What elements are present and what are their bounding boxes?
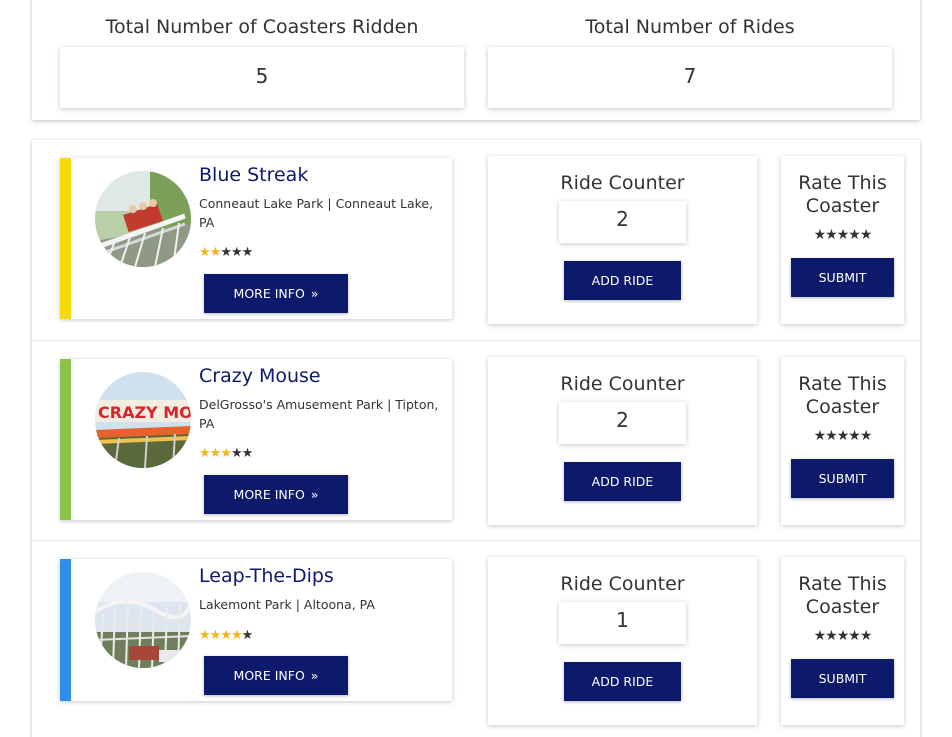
- coaster-location: Lakemont Park | Altoona, PA: [199, 597, 375, 612]
- ride-count-value: 1: [559, 602, 686, 644]
- star-icon: ★: [241, 245, 254, 260]
- star-icon[interactable]: ★: [837, 428, 850, 444]
- star-icon: ★: [241, 446, 254, 461]
- total-rides-value: 7: [488, 47, 892, 108]
- submit-rating-button[interactable]: SUBMIT: [791, 258, 894, 297]
- star-icon[interactable]: ★: [814, 227, 827, 243]
- star-icon[interactable]: ★: [837, 628, 850, 644]
- star-icon: ★: [230, 446, 243, 461]
- coaster-info-card: Leap-The-Dips Lakemont Park | Altoona, P…: [60, 559, 452, 701]
- star-icon[interactable]: ★: [848, 428, 861, 444]
- star-icon[interactable]: ★: [860, 428, 873, 444]
- rate-stars-input[interactable]: ★★★★★: [781, 628, 904, 644]
- coaster-info-card: CRAZY MOUSE Crazy Mouse DelGrosso's Amus…: [60, 359, 452, 520]
- add-ride-button[interactable]: ADD RIDE: [564, 261, 681, 300]
- coaster-photo: [95, 171, 191, 267]
- summary-panel: Total Number of Coasters Ridden 5 Total …: [32, 0, 920, 120]
- coaster-name[interactable]: Crazy Mouse: [199, 365, 321, 387]
- star-icon[interactable]: ★: [860, 628, 873, 644]
- star-icon: ★: [220, 628, 232, 643]
- more-info-button[interactable]: MORE INFO »: [204, 475, 348, 514]
- coaster-name[interactable]: Blue Streak: [199, 164, 308, 186]
- ride-counter-card: Ride Counter 2 ADD RIDE: [488, 156, 757, 324]
- coasters-ridden-title: Total Number of Coasters Ridden: [105, 16, 419, 38]
- star-icon: ★: [199, 628, 211, 643]
- rate-coaster-title: Rate This Coaster: [798, 373, 887, 418]
- coaster-location: Conneaut Lake Park | Conneaut Lake, PA: [199, 196, 434, 230]
- ride-counter-title: Ride Counter: [560, 172, 685, 194]
- coaster-name[interactable]: Leap-The-Dips: [199, 565, 334, 587]
- coaster-location: DelGrosso's Amusement Park | Tipton, PA: [199, 397, 439, 431]
- star-icon: ★: [230, 245, 243, 260]
- rate-coaster-title: Rate This Coaster: [798, 573, 887, 618]
- star-icon[interactable]: ★: [814, 628, 827, 644]
- rate-coaster-title: Rate This Coaster: [798, 172, 887, 217]
- star-icon: ★: [230, 628, 243, 643]
- rate-stars-input[interactable]: ★★★★★: [781, 227, 904, 243]
- accent-bar: [60, 158, 71, 319]
- rate-coaster-card: Rate This Coaster ★★★★★ SUBMIT: [781, 557, 904, 725]
- ride-count-value: 2: [559, 201, 686, 243]
- more-info-label: MORE INFO: [233, 668, 305, 683]
- coaster-info-card: Blue Streak Conneaut Lake Park | Conneau…: [60, 158, 452, 319]
- add-ride-button[interactable]: ADD RIDE: [564, 662, 681, 701]
- coaster-row: Blue Streak Conneaut Lake Park | Conneau…: [32, 140, 920, 340]
- ride-counter-card: Ride Counter 1 ADD RIDE: [488, 557, 757, 725]
- rate-coaster-card: Rate This Coaster ★★★★★ SUBMIT: [781, 156, 904, 324]
- star-icon: ★: [220, 446, 232, 461]
- ride-counter-title: Ride Counter: [560, 373, 685, 395]
- coaster-rating: ★★★★★: [199, 245, 254, 260]
- ride-counter-title: Ride Counter: [560, 573, 685, 595]
- star-icon[interactable]: ★: [814, 428, 827, 444]
- more-info-label: MORE INFO: [233, 487, 305, 502]
- submit-rating-button[interactable]: SUBMIT: [791, 659, 894, 698]
- star-icon: ★: [241, 628, 254, 643]
- star-icon[interactable]: ★: [848, 628, 861, 644]
- rate-coaster-card: Rate This Coaster ★★★★★ SUBMIT: [781, 357, 904, 525]
- total-rides-title: Total Number of Rides: [585, 16, 795, 38]
- coaster-rating: ★★★★★: [199, 446, 254, 461]
- total-rides-stat: Total Number of Rides 7: [488, 14, 892, 108]
- double-chevron-right-icon: »: [310, 487, 319, 502]
- add-ride-button[interactable]: ADD RIDE: [564, 462, 681, 501]
- star-icon: ★: [199, 245, 211, 260]
- more-info-button[interactable]: MORE INFO »: [204, 274, 348, 313]
- coasters-ridden-value: 5: [60, 47, 464, 108]
- ride-counter-card: Ride Counter 2 ADD RIDE: [488, 357, 757, 525]
- star-icon[interactable]: ★: [837, 227, 850, 243]
- accent-bar: [60, 359, 71, 520]
- accent-bar: [60, 559, 71, 701]
- submit-rating-button[interactable]: SUBMIT: [791, 459, 894, 498]
- svg-text:CRAZY MOUSE: CRAZY MOUSE: [98, 403, 191, 422]
- star-icon: ★: [209, 446, 222, 461]
- star-icon[interactable]: ★: [825, 628, 838, 644]
- star-icon: ★: [220, 245, 232, 260]
- double-chevron-right-icon: »: [310, 668, 319, 683]
- star-icon: ★: [209, 245, 222, 260]
- more-info-label: MORE INFO: [233, 286, 305, 301]
- star-icon[interactable]: ★: [825, 227, 838, 243]
- star-icon[interactable]: ★: [860, 227, 873, 243]
- coaster-row: CRAZY MOUSE Crazy Mouse DelGrosso's Amus…: [32, 340, 920, 540]
- star-icon: ★: [199, 446, 211, 461]
- star-icon[interactable]: ★: [848, 227, 861, 243]
- coasters-ridden-stat: Total Number of Coasters Ridden 5: [60, 14, 464, 108]
- star-icon[interactable]: ★: [825, 428, 838, 444]
- double-chevron-right-icon: »: [310, 286, 319, 301]
- more-info-button[interactable]: MORE INFO »: [204, 656, 348, 695]
- coaster-list: Blue Streak Conneaut Lake Park | Conneau…: [32, 140, 920, 737]
- coaster-rating: ★★★★★: [199, 628, 254, 643]
- coaster-photo: CRAZY MOUSE: [95, 372, 191, 468]
- coaster-row: Leap-The-Dips Lakemont Park | Altoona, P…: [32, 540, 920, 737]
- star-icon: ★: [209, 628, 222, 643]
- rate-stars-input[interactable]: ★★★★★: [781, 428, 904, 444]
- ride-count-value: 2: [559, 402, 686, 444]
- coaster-photo: [95, 572, 191, 668]
